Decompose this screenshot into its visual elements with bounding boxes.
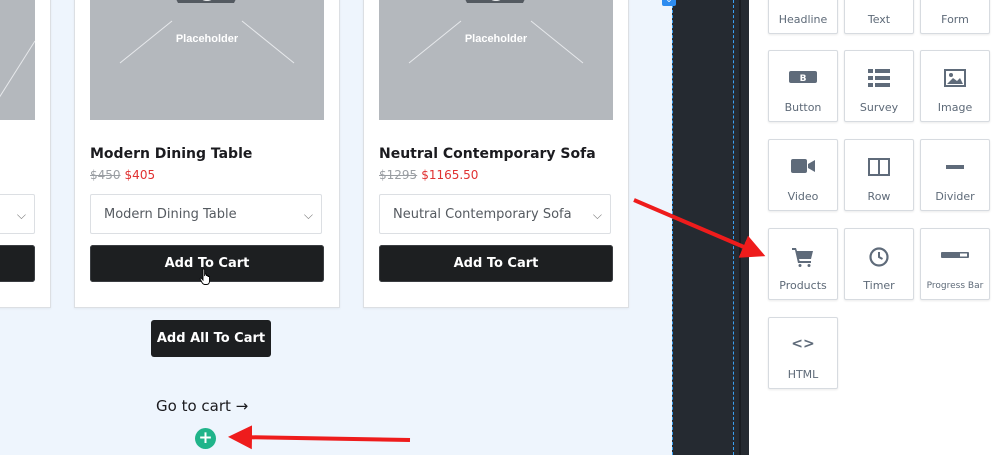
svg-text:B: B — [800, 74, 807, 84]
element-tile-text[interactable]: Text — [844, 0, 914, 34]
elements-panel: Headline Text Form B Button Survey Image… — [749, 0, 1000, 455]
chevron-down-icon: ⌵ — [16, 208, 26, 222]
element-tile-headline[interactable]: Headline — [768, 0, 838, 34]
divider — [739, 0, 741, 455]
column-guide-line — [672, 0, 673, 455]
product-title: Modern Dining Table — [90, 146, 253, 162]
element-tile-form[interactable]: Form — [920, 0, 990, 34]
placeholder-label: Placeholder — [175, 33, 239, 45]
element-tile-timer[interactable]: Timer — [844, 228, 914, 300]
element-tile-progress-bar[interactable]: Progress Bar — [920, 228, 990, 300]
element-tile-products[interactable]: Products — [768, 228, 838, 300]
button-icon: B — [769, 69, 837, 89]
hand-cursor-icon — [199, 268, 210, 285]
clock-icon — [845, 247, 913, 271]
product-price: $450 $405 — [90, 168, 155, 182]
add-to-cart-button[interactable] — [0, 245, 35, 282]
column-resize-handle[interactable]: ⌄ — [662, 0, 676, 6]
add-all-to-cart-button[interactable]: Add All To Cart — [151, 320, 271, 357]
sale-price: $405 — [124, 168, 156, 182]
product-variant-select[interactable]: Neutral Contemporary Sofa ⌵ — [379, 194, 611, 234]
progress-bar-icon — [921, 247, 989, 267]
sale-price: $1165.50 — [421, 168, 479, 182]
product-image-placeholder — [0, 0, 35, 120]
column-guide-line — [733, 0, 734, 455]
editor-column-strip — [672, 0, 749, 455]
element-tile-video[interactable]: Video — [768, 139, 838, 211]
image-icon — [921, 69, 989, 91]
add-to-cart-button[interactable]: Add To Cart — [379, 245, 613, 282]
row-icon — [845, 158, 913, 180]
chevron-down-icon: ⌵ — [592, 208, 602, 222]
product-image-placeholder: Placeholder — [90, 0, 324, 120]
placeholder-label: Placeholder — [464, 33, 528, 45]
go-to-cart-link[interactable]: Go to cart → — [156, 397, 248, 415]
add-block-plus-icon[interactable]: + — [195, 428, 216, 449]
cart-icon — [769, 247, 837, 271]
product-variant-select[interactable]: ⌵ — [0, 194, 35, 234]
element-tile-image[interactable]: Image — [920, 50, 990, 122]
survey-icon — [845, 69, 913, 91]
chevron-down-icon: ⌵ — [303, 208, 313, 222]
product-title: Neutral Contemporary Sofa — [379, 146, 596, 162]
product-price: $1295 $1165.50 — [379, 168, 478, 182]
product-card[interactable]: ⌵ — [0, 0, 51, 308]
product-variant-select[interactable]: Modern Dining Table ⌵ — [90, 194, 322, 234]
divider-icon — [921, 158, 989, 180]
product-card[interactable]: Placeholder Neutral Contemporary Sofa $1… — [363, 0, 629, 308]
editor-canvas: ⌵ Placeholder Modern Dining Table $450 $4… — [0, 0, 672, 455]
product-image-placeholder: Placeholder — [379, 0, 613, 120]
element-tile-divider[interactable]: Divider — [920, 139, 990, 211]
product-card[interactable]: Placeholder Modern Dining Table $450 $405… — [74, 0, 340, 308]
video-icon — [769, 158, 837, 178]
code-icon: <> — [791, 336, 815, 352]
element-tile-button[interactable]: B Button — [768, 50, 838, 122]
original-price: $1295 — [379, 168, 418, 182]
element-tile-survey[interactable]: Survey — [844, 50, 914, 122]
element-tile-html[interactable]: <> HTML — [768, 317, 838, 389]
element-tile-row[interactable]: Row — [844, 139, 914, 211]
original-price: $450 — [90, 168, 121, 182]
